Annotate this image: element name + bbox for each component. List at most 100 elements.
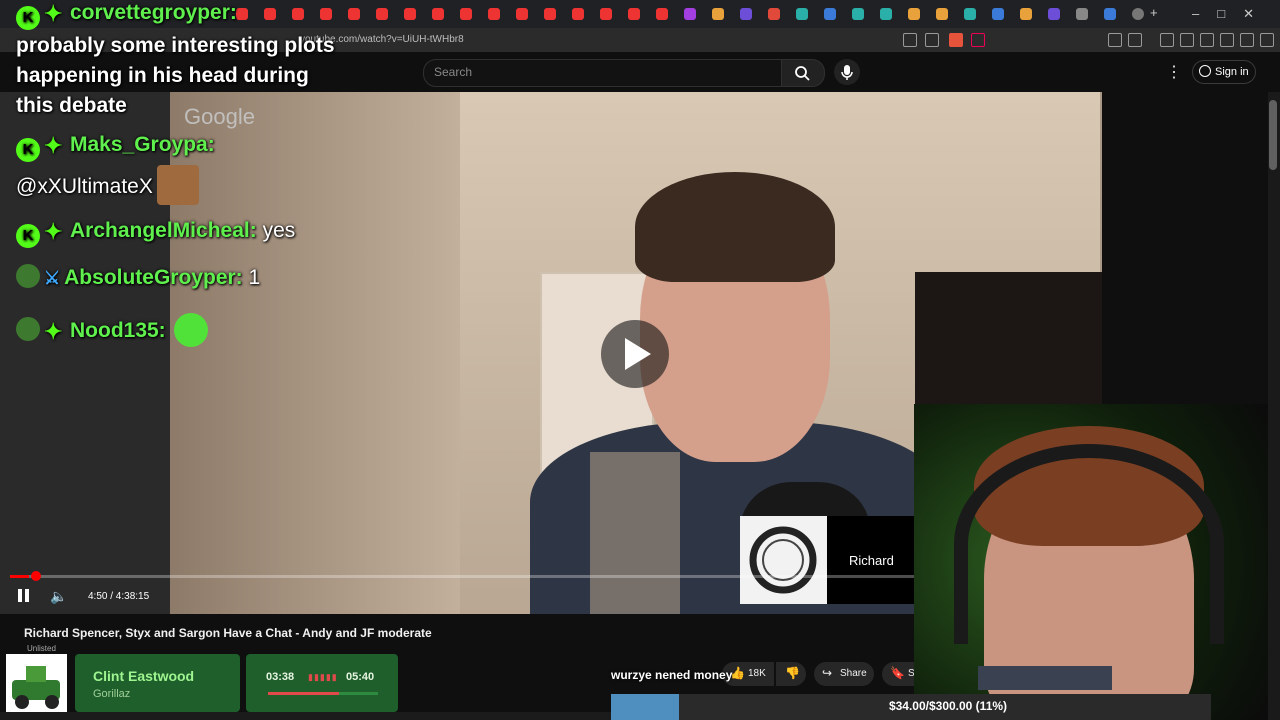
reader-icon[interactable] [1180,33,1194,47]
brave-shield-icon[interactable] [949,33,963,47]
chat-message: K ✦ Maks_Groypa: [16,133,215,162]
tab-favicon[interactable] [572,8,584,20]
settings-kebab-icon[interactable]: ⋮ [1166,62,1182,82]
share-button[interactable]: ↪ Share [814,662,874,686]
song-artist: Gorillaz [93,688,131,700]
pause-icon [25,589,29,602]
video-frame-wall [170,92,460,614]
album-art [6,654,67,715]
tab-favicon[interactable] [376,8,388,20]
recommended-video-thumbnail[interactable] [978,666,1112,690]
equalizer-icon: ▮▮▮▮▮ [308,672,338,682]
share-icon: ↪ [822,666,833,680]
tab-favicon[interactable] [936,8,948,20]
like-count: 18K [748,668,766,679]
search-button[interactable] [781,59,825,87]
chat-username: Nood135: [70,319,166,342]
sidebar-icon[interactable] [1128,33,1142,47]
sign-in-label: Sign in [1215,66,1249,78]
verified-badge-icon: ✦ [44,1,63,26]
emote-image [156,165,199,205]
play-icon [625,338,651,370]
pause-icon [18,589,22,602]
tab-favicon[interactable] [404,8,416,20]
donation-goal-text: $34.00/$300.00 (11%) [888,699,1008,713]
tab-favicon[interactable] [488,8,500,20]
tab-favicon[interactable] [292,8,304,20]
tab-favicon[interactable] [516,8,528,20]
tab-favicon[interactable] [740,8,752,20]
share-page-icon[interactable] [925,33,939,47]
tab-favicon[interactable] [1048,8,1060,20]
tab-favicon[interactable] [796,8,808,20]
tab-favicon[interactable] [712,8,724,20]
tab-favicon[interactable] [908,8,920,20]
tab-favicon[interactable] [1076,8,1088,20]
tab-favicon[interactable] [348,8,360,20]
chat-message-text: probably some interesting plots happenin… [16,34,335,117]
tab-favicon[interactable] [992,8,1004,20]
tab-favicon[interactable] [432,8,444,20]
tab-favicon[interactable] [1132,8,1144,20]
now-playing-card: Clint Eastwood Gorillaz [75,654,240,712]
vpn-icon[interactable] [1240,33,1254,47]
chat-username: Maks_Groypa: [70,133,215,156]
pause-button[interactable] [16,589,32,605]
song-time-card: 03:38 ▮▮▮▮▮ 05:40 [246,654,398,712]
video-progress-fill [10,575,29,578]
speaker-hair [635,172,835,282]
volume-icon[interactable]: 🔈 [50,588,67,604]
cast-icon[interactable] [903,33,917,47]
tab-favicon[interactable] [236,8,248,20]
song-title: Clint Eastwood [93,668,195,684]
play-button[interactable] [601,320,669,388]
rewards-icon[interactable] [971,33,985,47]
tab-favicon[interactable] [544,8,556,20]
tab-favicon[interactable] [320,8,332,20]
search-input[interactable] [423,59,782,87]
thumbs-down-icon: 👎 [785,666,800,680]
tab-favicon[interactable] [824,8,836,20]
chat-message: K ✦ corvettegroyper: [16,1,237,30]
account-icon [1199,65,1211,77]
chat-message-text: 1 [248,266,261,289]
dislike-button[interactable]: 👎 [776,662,806,686]
microphone-icon [841,65,853,80]
tab-favicon[interactable] [628,8,640,20]
tab-favicon[interactable] [768,8,780,20]
tab-favicon[interactable] [964,8,976,20]
scrollbar-thumb[interactable] [1269,100,1277,170]
page-scrollbar[interactable] [1268,92,1280,720]
tab-favicon[interactable] [264,8,276,20]
wallet-icon[interactable] [1200,33,1214,47]
close-icon[interactable]: ✕ [1243,6,1272,21]
tab-favicon[interactable] [656,8,668,20]
tab-favicon[interactable] [460,8,472,20]
chat-username: ArchangelMicheal: [70,219,257,242]
scrubber-handle[interactable] [31,571,41,581]
song-total: 05:40 [346,671,375,683]
maximize-icon[interactable]: □ [1217,6,1243,21]
tab-favicon[interactable] [852,8,864,20]
minimize-icon[interactable]: – [1192,6,1217,21]
chat-message: @xXUltimateX [16,165,199,205]
taskbar-strip [0,712,611,720]
verified-badge-icon: ✦ [44,219,63,244]
voice-search-button[interactable] [834,59,860,85]
new-tab-button[interactable]: + [1150,5,1162,20]
search-placeholder: Search [434,65,473,79]
sign-in-button[interactable]: Sign in [1192,60,1256,84]
headphones-icon [954,444,1224,644]
window-controls[interactable]: –□✕ [1192,6,1272,22]
leo-icon[interactable] [1220,33,1234,47]
menu-icon[interactable] [1260,33,1274,47]
tab-favicon[interactable] [684,8,696,20]
tab-favicon[interactable] [1020,8,1032,20]
extensions-icon[interactable] [1108,33,1122,47]
tab-favicon[interactable] [600,8,612,20]
ouroboros-avatar [740,516,827,604]
bookmark-icon: 🔖 [890,666,905,680]
tab-favicon[interactable] [880,8,892,20]
media-icon[interactable] [1160,33,1174,47]
tab-favicon[interactable] [1104,8,1116,20]
